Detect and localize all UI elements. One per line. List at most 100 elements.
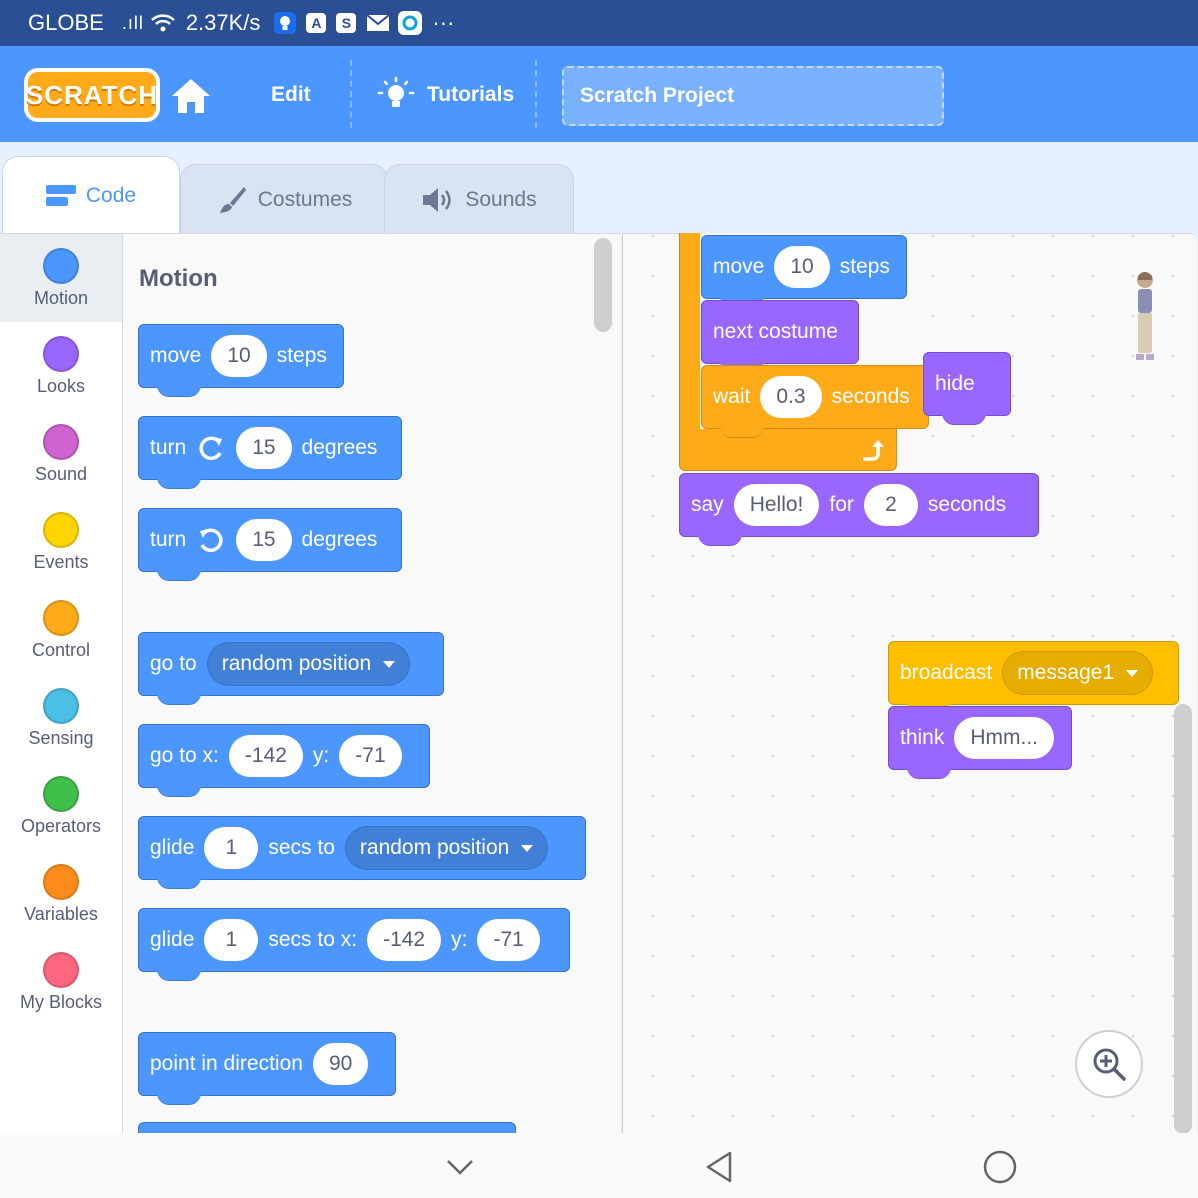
say-message-input[interactable]: Hello! bbox=[733, 484, 820, 526]
hide-keyboard-icon[interactable] bbox=[440, 1147, 480, 1187]
menu-divider bbox=[535, 60, 537, 128]
block-text: go to bbox=[150, 652, 197, 675]
category-operators[interactable]: Operators bbox=[0, 762, 122, 850]
go-to-block[interactable]: go to random position bbox=[138, 632, 444, 705]
category-control[interactable]: Control bbox=[0, 586, 122, 674]
wait-block[interactable]: wait 0.3 seconds bbox=[701, 365, 929, 438]
block-text: secs to x: bbox=[268, 928, 358, 951]
category-sensing[interactable]: Sensing bbox=[0, 674, 122, 762]
category-looks[interactable]: Looks bbox=[0, 322, 122, 410]
go-to-target-dropdown[interactable]: random position bbox=[206, 642, 411, 686]
glide-to-xy-block[interactable]: glide 1 secs to x: -142 y: -71 bbox=[138, 908, 570, 981]
glide-to-block[interactable]: glide 1 secs to random position bbox=[138, 816, 586, 889]
block-text: hide bbox=[935, 372, 975, 395]
move-steps-block[interactable]: move 10 steps bbox=[138, 324, 344, 397]
block-text: degrees bbox=[301, 528, 378, 551]
block-text: y: bbox=[451, 928, 468, 951]
secs-input[interactable]: 1 bbox=[204, 827, 259, 869]
block-text: glide bbox=[150, 836, 195, 859]
direction-input[interactable]: 90 bbox=[312, 1043, 369, 1085]
category-variables[interactable]: Variables bbox=[0, 850, 122, 938]
zoom-in-button[interactable] bbox=[1075, 1030, 1143, 1098]
workspace-scrollbar[interactable] bbox=[1174, 704, 1192, 1134]
tutorials-menu[interactable]: Tutorials bbox=[377, 70, 514, 120]
home-icon[interactable] bbox=[170, 76, 212, 116]
category-label: Sensing bbox=[28, 728, 94, 748]
degrees-input[interactable]: 15 bbox=[236, 427, 292, 469]
edit-menu[interactable]: Edit bbox=[271, 70, 311, 120]
back-icon[interactable] bbox=[700, 1147, 740, 1187]
block-text: secs to bbox=[268, 836, 335, 859]
block-text: think bbox=[900, 726, 945, 749]
home-circle-icon[interactable] bbox=[980, 1147, 1020, 1187]
degrees-input[interactable]: 15 bbox=[236, 519, 292, 561]
category-my-blocks[interactable]: My Blocks bbox=[0, 938, 122, 1026]
tab-sounds[interactable]: Sounds bbox=[384, 164, 574, 234]
block-text: turn bbox=[150, 436, 187, 459]
category-motion[interactable]: Motion bbox=[0, 234, 122, 322]
block-text: turn bbox=[150, 528, 187, 551]
code-icon bbox=[45, 184, 76, 206]
sprite-thumbnail[interactable] bbox=[1130, 268, 1160, 368]
category-label: My Blocks bbox=[19, 992, 102, 1012]
next-costume-block[interactable]: next costume bbox=[701, 300, 859, 373]
tab-sounds-label: Sounds bbox=[465, 187, 537, 211]
variables-color-dot bbox=[43, 864, 79, 900]
x-input[interactable]: -142 bbox=[228, 735, 303, 777]
block-text: seconds bbox=[831, 385, 910, 408]
say-seconds-input[interactable]: 2 bbox=[863, 484, 918, 526]
block-text: y: bbox=[312, 744, 330, 767]
secs-input[interactable]: 1 bbox=[204, 919, 259, 961]
category-events[interactable]: Events bbox=[0, 498, 122, 586]
block-text: next costume bbox=[713, 320, 838, 343]
palette-scrollbar[interactable] bbox=[594, 238, 612, 332]
network-speed: 2.37K/s bbox=[185, 10, 261, 35]
say-for-seconds-block[interactable]: say Hello! for 2 seconds bbox=[679, 473, 1039, 546]
turn-right-block[interactable]: turn 15 degrees bbox=[138, 416, 402, 489]
block-text: move bbox=[150, 344, 202, 367]
category-menu: Motion Looks Sound Events Control Sensin… bbox=[0, 233, 123, 1134]
menu-bar: SCRATCH Edit Tutorials Scratch Project bbox=[0, 46, 1198, 142]
y-input[interactable]: -71 bbox=[477, 919, 540, 961]
steps-input[interactable]: 10 bbox=[211, 335, 267, 377]
tab-costumes[interactable]: Costumes bbox=[180, 164, 388, 234]
broadcast-message-dropdown[interactable]: message1 bbox=[1002, 651, 1154, 695]
category-label: Operators bbox=[20, 816, 102, 836]
events-color-dot bbox=[43, 512, 79, 548]
project-title-input[interactable]: Scratch Project bbox=[562, 66, 944, 126]
block-text: for bbox=[829, 493, 854, 516]
block-text: go to x: bbox=[150, 744, 219, 767]
scratch-logo[interactable]: SCRATCH bbox=[24, 68, 160, 122]
turn-left-block[interactable]: turn 15 degrees bbox=[138, 508, 402, 581]
block-text: degrees bbox=[301, 436, 378, 459]
go-to-xy-block[interactable]: go to x: -142 y: -71 bbox=[138, 724, 430, 797]
menu-divider bbox=[350, 60, 352, 128]
control-color-dot bbox=[43, 600, 79, 636]
lightbulb-icon bbox=[377, 76, 415, 107]
loop-arrow-icon bbox=[863, 440, 884, 461]
block-text: glide bbox=[150, 928, 195, 951]
category-sound[interactable]: Sound bbox=[0, 410, 122, 498]
caret-down-icon bbox=[1126, 669, 1139, 677]
zoom-in-icon bbox=[1093, 1048, 1126, 1081]
hide-block[interactable]: hide bbox=[923, 352, 1011, 425]
wait-seconds-input[interactable]: 0.3 bbox=[760, 376, 822, 418]
navigation-bar bbox=[0, 1133, 1198, 1198]
operators-color-dot bbox=[43, 776, 79, 812]
category-label: Control bbox=[31, 640, 91, 660]
glide-target-dropdown[interactable]: random position bbox=[344, 826, 549, 870]
block-text: steps bbox=[839, 255, 890, 278]
think-message-input[interactable]: Hmm... bbox=[954, 717, 1055, 759]
think-block[interactable]: think Hmm... bbox=[888, 706, 1072, 779]
paintbrush-icon bbox=[219, 186, 246, 213]
category-label: Variables bbox=[24, 904, 98, 924]
dropdown-value: random position bbox=[221, 652, 372, 675]
tab-code[interactable]: Code bbox=[2, 156, 180, 234]
x-input[interactable]: -142 bbox=[367, 919, 442, 961]
point-in-direction-block[interactable]: point in direction 90 bbox=[138, 1032, 396, 1105]
y-input[interactable]: -71 bbox=[339, 735, 402, 777]
script-move-block[interactable]: move 10 steps bbox=[701, 235, 907, 308]
steps-input[interactable]: 10 bbox=[774, 246, 830, 288]
broadcast-block[interactable]: broadcast message1 bbox=[888, 641, 1179, 714]
notification-shop-icon: S bbox=[336, 13, 357, 33]
